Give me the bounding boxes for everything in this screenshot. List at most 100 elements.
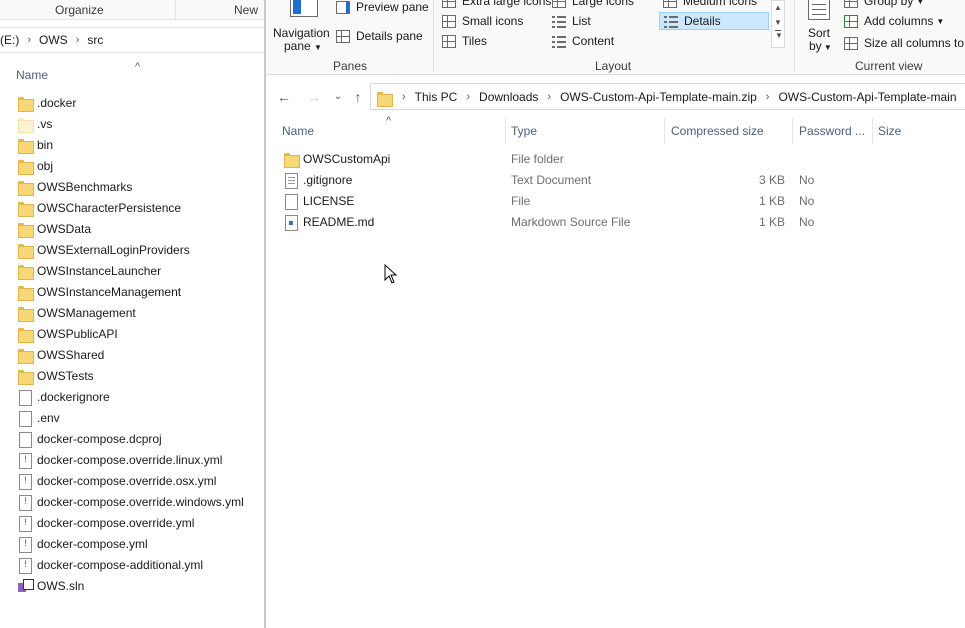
list-item[interactable]: OWS.sln (0, 576, 264, 597)
list-item[interactable]: OWSShared (0, 345, 264, 366)
list-item-label: OWSManagement (37, 306, 136, 320)
list-item[interactable]: docker-compose.override.windows.yml (0, 492, 264, 513)
list-item[interactable]: OWSBenchmarks (0, 177, 264, 198)
extra-large-icons-button[interactable]: Extra large icons (442, 0, 551, 8)
list-item[interactable]: docker-compose.override.osx.yml (0, 471, 264, 492)
list-item[interactable]: OWSPublicAPI (0, 324, 264, 345)
column-header-size[interactable]: Size (878, 124, 901, 138)
add-columns-icon (844, 14, 858, 28)
table-row[interactable]: LICENSE File 1 KB No (266, 191, 965, 212)
extra-large-icons-icon (442, 0, 456, 8)
table-row[interactable]: OWSCustomApi File folder (266, 149, 965, 170)
folder-icon (17, 179, 34, 196)
column-separator[interactable] (792, 118, 793, 144)
dropdown-arrow-icon: ▼ (936, 16, 945, 26)
list-item[interactable]: OWSTests (0, 366, 264, 387)
list-item-label: docker-compose.override.yml (37, 516, 195, 530)
details-pane-button[interactable]: Details pane (336, 29, 423, 43)
breadcrumb-current-folder[interactable]: OWS-Custom-Api-Template-main (778, 90, 956, 104)
back-arrow-icon[interactable]: ← (274, 87, 294, 107)
address-crumb-ows[interactable]: OWS (39, 33, 68, 47)
column-separator[interactable] (505, 118, 506, 144)
content-view-button[interactable]: Content (552, 34, 614, 48)
layout-group-label: Layout (595, 59, 632, 73)
folder-icon (17, 347, 34, 364)
column-header-name[interactable]: Name (282, 124, 314, 138)
column-separator[interactable] (872, 118, 873, 144)
up-arrow-icon[interactable]: ↑ (348, 87, 368, 107)
column-separator[interactable] (664, 118, 665, 144)
group-by-label: Group by (864, 0, 914, 8)
chevron-right-icon[interactable]: › (27, 34, 31, 46)
small-icons-button[interactable]: Small icons (442, 14, 523, 28)
right-explorer-window: Navigation pane ▼ Preview pane Details p… (266, 0, 965, 628)
column-header-type[interactable]: Type (511, 124, 537, 138)
list-item[interactable]: OWSManagement (0, 303, 264, 324)
details-view-button[interactable]: Details (659, 12, 769, 30)
list-item[interactable]: OWSData (0, 219, 264, 240)
sort-by-label-line2: by (809, 39, 822, 53)
breadcrumb-downloads[interactable]: Downloads (479, 90, 538, 104)
forward-arrow-icon[interactable]: → (304, 87, 324, 107)
list-item[interactable]: .vs (0, 114, 264, 135)
medium-icons-button[interactable]: Medium icons (663, 0, 757, 8)
list-item[interactable]: docker-compose-additional.yml (0, 555, 264, 576)
list-item[interactable]: OWSCharacterPersistence (0, 198, 264, 219)
details-view-label: Details (684, 14, 721, 28)
address-bar[interactable]: › This PC › Downloads › OWS-Custom-Api-T… (370, 83, 965, 110)
scroll-down-icon[interactable]: ▼ (772, 18, 784, 27)
list-item[interactable]: OWSInstanceManagement (0, 282, 264, 303)
left-explorer-window: Organize New (E:) › OWS › src Name ^ .do… (0, 0, 264, 628)
more-icon[interactable]: ▼ (775, 30, 783, 40)
organize-group-label[interactable]: Organize (55, 3, 104, 17)
chevron-right-icon[interactable]: › (402, 91, 406, 103)
column-header-compressed-size[interactable]: Compressed size (671, 124, 764, 138)
folder-icon (17, 221, 34, 238)
column-header-name[interactable]: Name (16, 68, 48, 82)
new-group-label[interactable]: New (234, 3, 258, 17)
list-view-button[interactable]: List (552, 14, 591, 28)
list-item[interactable]: bin (0, 135, 264, 156)
left-address-bar[interactable]: (E:) › OWS › src (0, 27, 264, 53)
layout-gallery-scroll[interactable]: ▲ ▼ ▼ (771, 0, 785, 48)
list-item[interactable]: docker-compose.override.linux.yml (0, 450, 264, 471)
file-name: LICENSE (303, 194, 355, 208)
navigation-bar: ← → ⌄ ↑ › This PC › Downloads › OWS-Cust… (266, 82, 965, 112)
add-columns-button[interactable]: Add columns ▼ (844, 14, 944, 28)
scroll-up-icon[interactable]: ▲ (772, 3, 784, 12)
column-header-password[interactable]: Password ... (799, 124, 865, 138)
ribbon-separator (175, 0, 176, 20)
address-crumb-src[interactable]: src (87, 33, 103, 47)
list-item[interactable]: OWSInstanceLauncher (0, 261, 264, 282)
list-item[interactable]: obj (0, 156, 264, 177)
chevron-right-icon[interactable]: › (766, 91, 770, 103)
list-item[interactable]: docker-compose.dcproj (0, 429, 264, 450)
chevron-right-icon[interactable]: › (547, 91, 551, 103)
list-item-label: OWSExternalLoginProviders (37, 243, 190, 257)
table-row[interactable]: .gitignore Text Document 3 KB No (266, 170, 965, 191)
list-item[interactable]: .docker (0, 93, 264, 114)
address-crumb-drive[interactable]: (E:) (0, 33, 19, 47)
breadcrumb-this-pc[interactable]: This PC (415, 90, 458, 104)
sort-by-button[interactable]: Sort by ▼ (806, 0, 836, 55)
left-column-header: Name ^ (0, 61, 264, 86)
list-item[interactable]: docker-compose.yml (0, 534, 264, 555)
file-icon (17, 389, 33, 406)
navigation-pane-button[interactable]: Navigation pane ▼ (272, 0, 332, 55)
tiles-view-button[interactable]: Tiles (442, 34, 487, 48)
chevron-right-icon[interactable]: › (76, 34, 80, 46)
table-row[interactable]: README.md Markdown Source File 1 KB No (266, 212, 965, 233)
group-by-button[interactable]: Group by ▼ (844, 0, 924, 8)
list-item-label: docker-compose.yml (37, 537, 148, 551)
list-item[interactable]: .dockerignore (0, 387, 264, 408)
folder-icon (17, 242, 34, 259)
large-icons-button[interactable]: Large icons (552, 0, 634, 8)
list-item[interactable]: OWSExternalLoginProviders (0, 240, 264, 261)
size-all-columns-button[interactable]: Size all columns to fit (844, 36, 965, 50)
preview-pane-button[interactable]: Preview pane (336, 0, 429, 14)
list-item[interactable]: .env (0, 408, 264, 429)
breadcrumb-zip-archive[interactable]: OWS-Custom-Api-Template-main.zip (560, 90, 757, 104)
recent-locations-chevron-icon[interactable]: ⌄ (328, 87, 348, 107)
list-item[interactable]: docker-compose.override.yml (0, 513, 264, 534)
chevron-right-icon[interactable]: › (466, 91, 470, 103)
